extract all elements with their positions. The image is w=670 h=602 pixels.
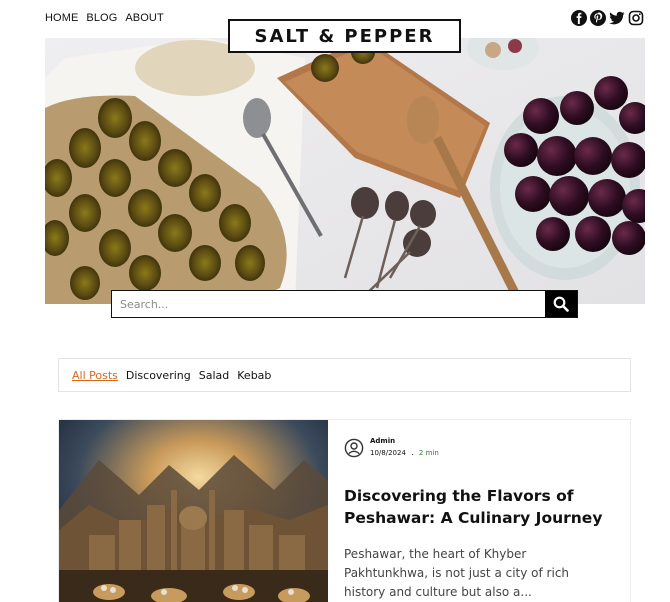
hero-image (45, 38, 645, 304)
social-links (571, 10, 644, 26)
category-all-posts[interactable]: All Posts (72, 369, 118, 382)
post-date: 10/8/2024 (370, 449, 406, 457)
post-meta: Admin 10/8/2024 . 2 min (344, 436, 614, 459)
instagram-icon[interactable] (628, 10, 644, 26)
search-bar (111, 290, 578, 318)
search-input[interactable] (112, 291, 545, 317)
category-salad[interactable]: Salad (199, 369, 230, 382)
search-button[interactable] (545, 291, 577, 317)
post-title[interactable]: Discovering the Flavors of Peshawar: A C… (344, 485, 614, 529)
post-body: Admin 10/8/2024 . 2 min Discovering the … (328, 420, 630, 602)
category-filter: All Posts Discovering Salad Kebab (58, 358, 631, 392)
post-thumbnail[interactable] (59, 420, 328, 602)
nav-about-link[interactable]: ABOUT (125, 12, 163, 24)
nav-blog-link[interactable]: BLOG (86, 12, 117, 24)
author-avatar-icon[interactable] (344, 438, 364, 458)
pinterest-icon[interactable] (590, 10, 606, 26)
nav-home-link[interactable]: HOME (45, 12, 78, 24)
meta-separator: . (411, 448, 414, 457)
post-excerpt: Peshawar, the heart of Khyber Pakhtunkhw… (344, 547, 570, 599)
post-card[interactable]: Admin 10/8/2024 . 2 min Discovering the … (58, 419, 631, 602)
post-author[interactable]: Admin (370, 436, 439, 447)
twitter-icon[interactable] (609, 10, 625, 26)
category-discovering[interactable]: Discovering (126, 369, 191, 382)
site-logo[interactable]: SALT & PEPPER (228, 19, 461, 53)
category-kebab[interactable]: Kebab (237, 369, 271, 382)
post-read-time: 2 min (418, 449, 439, 457)
facebook-icon[interactable] (571, 10, 587, 26)
search-icon (553, 296, 569, 312)
main-nav: HOME BLOG ABOUT (45, 12, 164, 24)
post-meta-text: Admin 10/8/2024 . 2 min (370, 436, 439, 459)
